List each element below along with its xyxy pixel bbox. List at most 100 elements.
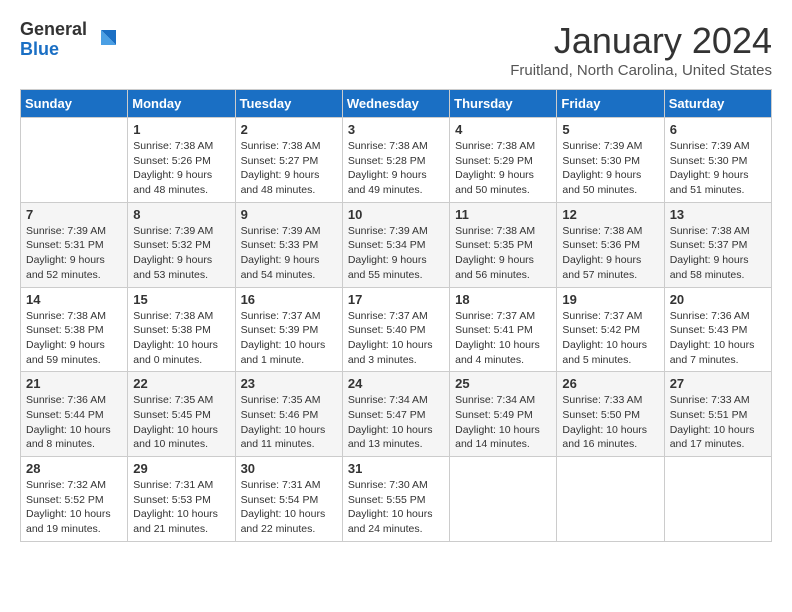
day-header: Sunday xyxy=(21,90,128,118)
calendar-cell: 1Sunrise: 7:38 AMSunset: 5:26 PMDaylight… xyxy=(128,118,235,203)
calendar-cell: 28 Sunrise: 7:32 AMSunset: 5:52 PMDayligh… xyxy=(21,457,128,542)
cell-info: Sunrise: 7:35 AMSunset: 5:45 PMDaylight:… xyxy=(133,393,229,452)
day-header: Friday xyxy=(557,90,664,118)
calendar-cell xyxy=(664,457,771,542)
cell-info: Sunrise: 7:39 AMSunset: 5:30 PMDaylight:… xyxy=(670,139,766,198)
day-number: 31 xyxy=(348,461,444,476)
calendar-cell: 11Sunrise: 7:38 AMSunset: 5:35 PMDayligh… xyxy=(450,202,557,287)
day-number: 27 xyxy=(670,376,766,391)
cell-info: Sunrise: 7:37 AMSunset: 5:40 PMDaylight:… xyxy=(348,309,444,368)
calendar-cell xyxy=(557,457,664,542)
calendar-cell: 26 Sunrise: 7:33 AMSunset: 5:50 PMDayligh… xyxy=(557,372,664,457)
cell-info: Sunrise: 7:38 AMSunset: 5:38 PMDaylight:… xyxy=(133,309,229,368)
day-number: 16 xyxy=(241,292,337,307)
calendar-cell: 21 Sunrise: 7:36 AMSunset: 5:44 PMDayligh… xyxy=(21,372,128,457)
calendar-cell xyxy=(450,457,557,542)
day-number: 23 xyxy=(241,376,337,391)
day-header: Wednesday xyxy=(342,90,449,118)
day-header: Saturday xyxy=(664,90,771,118)
logo-icon xyxy=(91,25,121,55)
calendar-week: 21 Sunrise: 7:36 AMSunset: 5:44 PMDayligh… xyxy=(21,372,772,457)
location: Fruitland, North Carolina, United States xyxy=(510,62,772,79)
calendar-cell: 3Sunrise: 7:38 AMSunset: 5:28 PMDaylight… xyxy=(342,118,449,203)
day-number: 18 xyxy=(455,292,551,307)
day-number: 8 xyxy=(133,207,229,222)
day-number: 21 xyxy=(26,376,122,391)
day-number: 26 xyxy=(562,376,658,391)
calendar-cell: 22 Sunrise: 7:35 AMSunset: 5:45 PMDayligh… xyxy=(128,372,235,457)
day-number: 22 xyxy=(133,376,229,391)
cell-info: Sunrise: 7:39 AMSunset: 5:34 PMDaylight:… xyxy=(348,224,444,283)
day-number: 29 xyxy=(133,461,229,476)
day-number: 30 xyxy=(241,461,337,476)
day-number: 11 xyxy=(455,207,551,222)
cell-info: Sunrise: 7:38 AMSunset: 5:27 PMDaylight:… xyxy=(241,139,337,198)
cell-info: Sunrise: 7:38 AMSunset: 5:29 PMDaylight:… xyxy=(455,139,551,198)
day-number: 6 xyxy=(670,122,766,137)
cell-info: Sunrise: 7:37 AMSunset: 5:39 PMDaylight:… xyxy=(241,309,337,368)
cell-info: Sunrise: 7:32 AMSunset: 5:52 PMDaylight:… xyxy=(26,478,122,537)
logo-blue: Blue xyxy=(20,40,87,60)
day-number: 10 xyxy=(348,207,444,222)
calendar-cell: 5Sunrise: 7:39 AMSunset: 5:30 PMDaylight… xyxy=(557,118,664,203)
calendar-cell: 10 Sunrise: 7:39 AMSunset: 5:34 PMDayligh… xyxy=(342,202,449,287)
header-row: SundayMondayTuesdayWednesdayThursdayFrid… xyxy=(21,90,772,118)
cell-info: Sunrise: 7:36 AMSunset: 5:44 PMDaylight:… xyxy=(26,393,122,452)
cell-info: Sunrise: 7:38 AMSunset: 5:26 PMDaylight:… xyxy=(133,139,229,198)
cell-info: Sunrise: 7:39 AMSunset: 5:32 PMDaylight:… xyxy=(133,224,229,283)
cell-info: Sunrise: 7:37 AMSunset: 5:42 PMDaylight:… xyxy=(562,309,658,368)
calendar-cell: 13 Sunrise: 7:38 AMSunset: 5:37 PMDayligh… xyxy=(664,202,771,287)
calendar-cell: 31 Sunrise: 7:30 AMSunset: 5:55 PMDayligh… xyxy=(342,457,449,542)
calendar-cell: 19 Sunrise: 7:37 AMSunset: 5:42 PMDayligh… xyxy=(557,287,664,372)
cell-info: Sunrise: 7:38 AMSunset: 5:37 PMDaylight:… xyxy=(670,224,766,283)
calendar-cell: 18 Sunrise: 7:37 AMSunset: 5:41 PMDayligh… xyxy=(450,287,557,372)
calendar-cell xyxy=(21,118,128,203)
calendar-cell: 15 Sunrise: 7:38 AMSunset: 5:38 PMDayligh… xyxy=(128,287,235,372)
calendar-cell: 30 Sunrise: 7:31 AMSunset: 5:54 PMDayligh… xyxy=(235,457,342,542)
day-header: Tuesday xyxy=(235,90,342,118)
day-number: 7 xyxy=(26,207,122,222)
calendar-cell: 4Sunrise: 7:38 AMSunset: 5:29 PMDaylight… xyxy=(450,118,557,203)
calendar-cell: 14Sunrise: 7:38 AMSunset: 5:38 PMDayligh… xyxy=(21,287,128,372)
title-block: January 2024 Fruitland, North Carolina, … xyxy=(510,20,772,79)
cell-info: Sunrise: 7:37 AMSunset: 5:41 PMDaylight:… xyxy=(455,309,551,368)
cell-info: Sunrise: 7:33 AMSunset: 5:51 PMDaylight:… xyxy=(670,393,766,452)
calendar-week: 7 Sunrise: 7:39 AMSunset: 5:31 PMDaylight… xyxy=(21,202,772,287)
calendar-cell: 2 Sunrise: 7:38 AMSunset: 5:27 PMDaylight… xyxy=(235,118,342,203)
calendar-cell: 20 Sunrise: 7:36 AMSunset: 5:43 PMDayligh… xyxy=(664,287,771,372)
cell-info: Sunrise: 7:39 AMSunset: 5:31 PMDaylight:… xyxy=(26,224,122,283)
day-number: 25 xyxy=(455,376,551,391)
month-title: January 2024 xyxy=(510,20,772,62)
calendar-cell: 29Sunrise: 7:31 AMSunset: 5:53 PMDayligh… xyxy=(128,457,235,542)
day-number: 17 xyxy=(348,292,444,307)
cell-info: Sunrise: 7:31 AMSunset: 5:54 PMDaylight:… xyxy=(241,478,337,537)
cell-info: Sunrise: 7:30 AMSunset: 5:55 PMDaylight:… xyxy=(348,478,444,537)
cell-info: Sunrise: 7:38 AMSunset: 5:36 PMDaylight:… xyxy=(562,224,658,283)
day-number: 13 xyxy=(670,207,766,222)
cell-info: Sunrise: 7:33 AMSunset: 5:50 PMDaylight:… xyxy=(562,393,658,452)
cell-info: Sunrise: 7:39 AMSunset: 5:33 PMDaylight:… xyxy=(241,224,337,283)
cell-info: Sunrise: 7:38 AMSunset: 5:38 PMDaylight:… xyxy=(26,309,122,368)
day-number: 15 xyxy=(133,292,229,307)
day-number: 20 xyxy=(670,292,766,307)
day-number: 2 xyxy=(241,122,337,137)
day-number: 9 xyxy=(241,207,337,222)
calendar-cell: 23 Sunrise: 7:35 AMSunset: 5:46 PMDayligh… xyxy=(235,372,342,457)
day-header: Monday xyxy=(128,90,235,118)
page-header: General Blue January 2024 Fruitland, Nor… xyxy=(20,20,772,79)
calendar-cell: 8 Sunrise: 7:39 AMSunset: 5:32 PMDaylight… xyxy=(128,202,235,287)
day-number: 28 xyxy=(26,461,122,476)
calendar-week: 14Sunrise: 7:38 AMSunset: 5:38 PMDayligh… xyxy=(21,287,772,372)
day-number: 24 xyxy=(348,376,444,391)
calendar-week: 28 Sunrise: 7:32 AMSunset: 5:52 PMDayligh… xyxy=(21,457,772,542)
logo-general: General xyxy=(20,20,87,40)
calendar-cell: 16 Sunrise: 7:37 AMSunset: 5:39 PMDayligh… xyxy=(235,287,342,372)
cell-info: Sunrise: 7:35 AMSunset: 5:46 PMDaylight:… xyxy=(241,393,337,452)
day-header: Thursday xyxy=(450,90,557,118)
cell-info: Sunrise: 7:34 AMSunset: 5:49 PMDaylight:… xyxy=(455,393,551,452)
cell-info: Sunrise: 7:36 AMSunset: 5:43 PMDaylight:… xyxy=(670,309,766,368)
calendar-table: SundayMondayTuesdayWednesdayThursdayFrid… xyxy=(20,89,772,542)
day-number: 19 xyxy=(562,292,658,307)
logo-text: General Blue xyxy=(20,20,87,60)
calendar-cell: 7 Sunrise: 7:39 AMSunset: 5:31 PMDaylight… xyxy=(21,202,128,287)
